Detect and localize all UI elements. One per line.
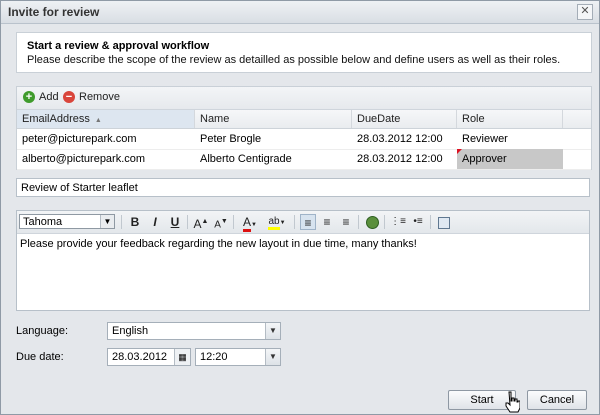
language-select[interactable]: English ▼ bbox=[107, 322, 281, 340]
bold-button[interactable]: B bbox=[127, 214, 143, 230]
align-right-icon[interactable]: ≡ bbox=[338, 214, 354, 230]
numbered-list-icon[interactable]: ⋮≡ bbox=[390, 214, 406, 230]
underline-button[interactable]: U bbox=[167, 214, 183, 230]
table-row[interactable]: alberto@picturepark.com Alberto Centigra… bbox=[17, 149, 591, 170]
invite-dialog: Invite for review ✕ Start a review & app… bbox=[0, 0, 600, 415]
column-header-duedate[interactable]: DueDate bbox=[352, 110, 457, 128]
shrink-font-button[interactable]: A▼ bbox=[213, 214, 229, 230]
chevron-down-icon: ▼ bbox=[265, 349, 280, 365]
due-date-label: Due date: bbox=[16, 351, 64, 363]
row-name: Peter Brogle bbox=[200, 133, 262, 145]
align-center-icon[interactable]: ≡ bbox=[319, 214, 335, 230]
chevron-down-icon: ▼ bbox=[265, 323, 280, 339]
toolbar-divider bbox=[358, 215, 359, 229]
font-family-select[interactable]: Tahoma ▼ bbox=[19, 214, 115, 229]
due-date-field[interactable]: 28.03.2012 ▦ bbox=[107, 348, 191, 366]
intro-heading: Start a review & approval workflow bbox=[27, 40, 210, 52]
reviewers-grid: + Add − Remove EmailAddress ▲ Name DueDa… bbox=[16, 86, 592, 170]
font-color-button[interactable]: A▼ bbox=[239, 214, 261, 232]
toolbar-divider bbox=[384, 215, 385, 229]
sort-asc-icon: ▲ bbox=[94, 117, 102, 124]
row-duedate: 28.03.2012 12:00 bbox=[357, 153, 443, 165]
add-icon: + bbox=[23, 91, 35, 103]
table-row[interactable]: peter@picturepark.com Peter Brogle 28.03… bbox=[17, 129, 591, 150]
column-header-role[interactable]: Role bbox=[457, 110, 563, 128]
title-bar[interactable]: Invite for review ✕ bbox=[1, 1, 599, 24]
source-edit-icon[interactable] bbox=[436, 214, 452, 230]
grid-toolbar: + Add − Remove bbox=[17, 87, 591, 110]
row-name: Alberto Centigrade bbox=[200, 153, 292, 165]
add-button[interactable]: + Add bbox=[23, 91, 59, 103]
row-email: alberto@picturepark.com bbox=[22, 153, 146, 165]
column-header-name[interactable]: Name bbox=[195, 110, 352, 128]
italic-button[interactable]: I bbox=[147, 214, 163, 230]
remove-button[interactable]: − Remove bbox=[63, 91, 120, 103]
bullet-list-icon[interactable]: •≡ bbox=[410, 214, 426, 230]
grow-font-button[interactable]: A▲ bbox=[193, 214, 209, 231]
modified-marker-icon bbox=[457, 149, 462, 154]
align-left-icon[interactable]: ≡ bbox=[300, 214, 316, 230]
calendar-icon[interactable]: ▦ bbox=[174, 349, 190, 365]
cancel-button[interactable]: Cancel bbox=[527, 390, 587, 410]
close-icon[interactable]: ✕ bbox=[577, 4, 593, 20]
remove-icon: − bbox=[63, 91, 75, 103]
subject-input[interactable]: Review of Starter leaflet bbox=[16, 178, 590, 197]
language-label: Language: bbox=[16, 325, 68, 337]
message-editor[interactable]: Tahoma ▼ B I U A▲ A▼ A▼ ab▼ ≡ ≡ ≡ ⋮≡ •≡ … bbox=[16, 210, 590, 311]
intro-description: Please describe the scope of the review … bbox=[27, 54, 561, 66]
toolbar-divider bbox=[233, 215, 234, 229]
editor-body-text: Please provide your feedback regarding t… bbox=[20, 238, 417, 250]
toolbar-divider bbox=[121, 215, 122, 229]
highlight-color-button[interactable]: ab▼ bbox=[265, 214, 289, 230]
chevron-down-icon: ▼ bbox=[100, 215, 114, 228]
add-label: Add bbox=[39, 91, 59, 103]
toolbar-divider bbox=[187, 215, 188, 229]
row-duedate: 28.03.2012 12:00 bbox=[357, 133, 443, 145]
editor-toolbar: Tahoma ▼ B I U A▲ A▼ A▼ ab▼ ≡ ≡ ≡ ⋮≡ •≡ bbox=[17, 211, 589, 234]
grid-header: EmailAddress ▲ Name DueDate Role bbox=[17, 110, 591, 129]
remove-label: Remove bbox=[79, 91, 120, 103]
insert-link-icon[interactable] bbox=[364, 214, 380, 230]
row-email: peter@picturepark.com bbox=[22, 133, 137, 145]
toolbar-divider bbox=[294, 215, 295, 229]
hand-cursor-icon bbox=[505, 391, 520, 413]
row-role-editing[interactable]: Approver bbox=[457, 149, 563, 169]
intro-panel: Start a review & approval workflow Pleas… bbox=[16, 32, 592, 73]
row-role[interactable]: Reviewer bbox=[457, 129, 563, 149]
column-header-email[interactable]: EmailAddress ▲ bbox=[17, 110, 195, 128]
due-time-select[interactable]: 12:20 ▼ bbox=[195, 348, 281, 366]
dialog-title: Invite for review bbox=[8, 5, 100, 19]
toolbar-divider bbox=[430, 215, 431, 229]
